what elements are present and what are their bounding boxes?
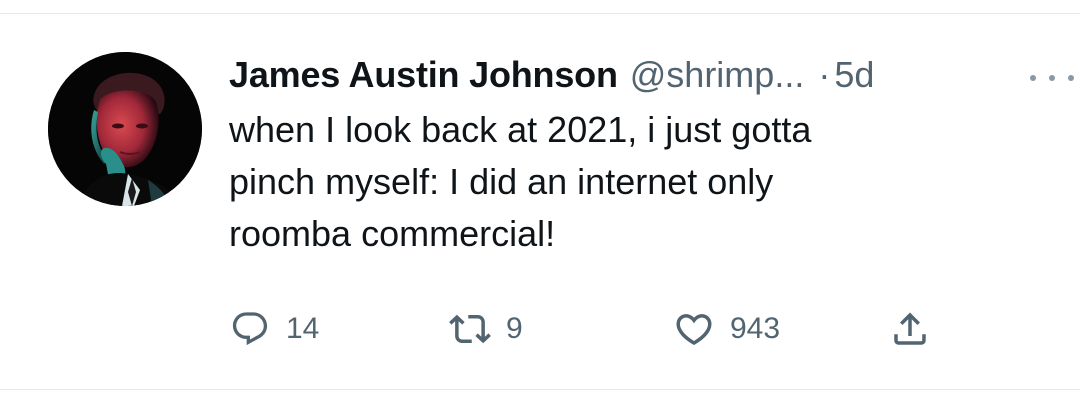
- reply-icon: [228, 307, 272, 351]
- author-name[interactable]: James Austin Johnson: [229, 52, 618, 98]
- retweet-count: 9: [506, 312, 523, 345]
- avatar[interactable]: [48, 52, 202, 206]
- share-icon: [888, 307, 932, 351]
- bottom-divider: [0, 389, 1080, 390]
- heart-icon: [672, 307, 716, 351]
- tweet-text-line: roomba commercial!: [229, 213, 556, 254]
- reply-button[interactable]: 14: [228, 304, 319, 354]
- share-button[interactable]: [888, 304, 932, 354]
- like-button[interactable]: 943: [672, 304, 780, 354]
- tweet[interactable]: James Austin Johnson @shrimp... · 5d whe…: [0, 14, 1080, 389]
- tweet-text-line: when I look back at 2021, i just gotta: [229, 109, 812, 150]
- more-dot: [1030, 75, 1036, 81]
- separator-dot: ·: [818, 54, 831, 95]
- more-dot: [1068, 75, 1074, 81]
- tweet-text: when I look back at 2021, i just gotta p…: [229, 104, 1009, 260]
- like-count: 943: [730, 312, 781, 345]
- avatar-image: [48, 52, 202, 206]
- timestamp[interactable]: 5d: [834, 52, 874, 98]
- tweet-header: James Austin Johnson @shrimp... · 5d: [229, 52, 874, 98]
- author-handle[interactable]: @shrimp...: [630, 52, 805, 98]
- retweet-icon: [448, 307, 492, 351]
- more-dot: [1049, 75, 1055, 81]
- tweet-actions: 14 9 943: [0, 304, 1080, 354]
- retweet-button[interactable]: 9: [448, 304, 523, 354]
- tweet-text-line: pinch myself: I did an internet only: [229, 161, 774, 202]
- more-icon[interactable]: [1030, 72, 1074, 84]
- reply-count: 14: [286, 312, 320, 345]
